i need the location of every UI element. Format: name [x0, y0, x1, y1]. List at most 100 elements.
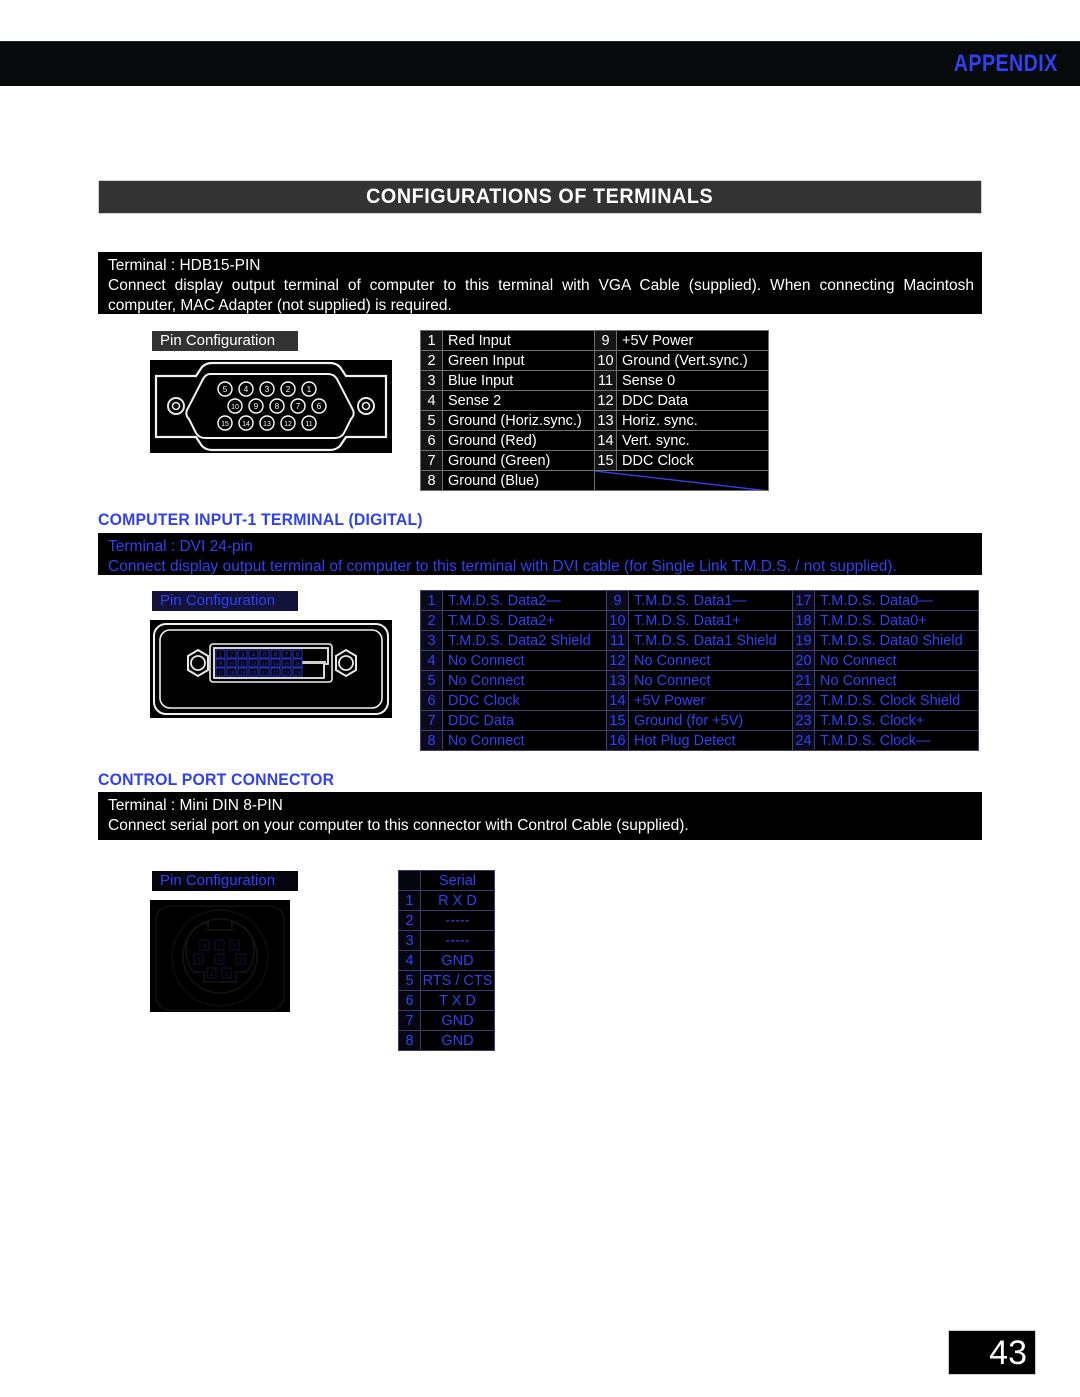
svg-text:8: 8 — [275, 402, 280, 411]
table-row: 5 Ground (Horiz.sync.) 13 Horiz. sync. — [420, 410, 769, 431]
pin-signal: No Connect — [814, 650, 979, 671]
pin-signal: No Connect — [628, 650, 793, 671]
pin-signal: T.M.D.S. Clock Shield — [814, 690, 979, 711]
svg-text:12: 12 — [284, 421, 292, 428]
pin-signal: Ground (Horiz.sync.) — [442, 410, 595, 431]
table-row: 8 GND — [398, 1030, 495, 1051]
pin-signal: RTS / CTS — [420, 970, 495, 991]
table-row: 3 T.M.D.S. Data2 Shield 11 T.M.D.S. Data… — [420, 630, 979, 651]
pin-number: 17 — [792, 590, 815, 611]
svg-text:1: 1 — [307, 385, 312, 394]
pin-signal: DDC Clock — [442, 690, 607, 711]
svg-text:13: 13 — [262, 662, 268, 668]
pin-signal: Sense 0 — [616, 370, 769, 391]
svg-text:10: 10 — [229, 662, 235, 668]
hdb15-connector-diagram: 5 4 3 2 1 10 9 8 7 6 15 14 13 12 11 — [150, 360, 392, 453]
pin-signal: T.M.D.S. Data1— — [628, 590, 793, 611]
pin-signal: Ground (for +5V) — [628, 710, 793, 731]
pin-number: 6 — [398, 990, 421, 1011]
pin-number: 9 — [594, 330, 617, 351]
appendix-header-bar: APPENDIX — [0, 41, 1080, 86]
appendix-page: APPENDIX CONFIGURATIONS OF TERMINALS Ter… — [0, 0, 1080, 1397]
pin-number: 11 — [594, 370, 617, 391]
pin-number: 12 — [606, 650, 629, 671]
svg-text:7: 7 — [218, 943, 222, 950]
pin-signal: T.M.D.S. Data0 Shield — [814, 630, 979, 651]
pin-signal: No Connect — [814, 670, 979, 691]
dvi-section-heading: COMPUTER INPUT-1 TERMINAL (DIGITAL) — [98, 510, 423, 529]
svg-text:14: 14 — [273, 662, 279, 668]
svg-text:11: 11 — [240, 662, 245, 668]
diagonal-strike-icon — [595, 471, 763, 490]
pin-signal: Ground (Green) — [442, 450, 595, 471]
pin-number: 8 — [398, 1030, 421, 1051]
pin-number: 4 — [398, 950, 421, 971]
dvi-description-block: Terminal : DVI 24-pin Connect display ou… — [98, 533, 982, 575]
control-terminal-line: Terminal : Mini DIN 8-PIN — [108, 797, 283, 814]
svg-text:8: 8 — [203, 943, 207, 950]
pin-number: 21 — [792, 670, 815, 691]
pin-signal: No Connect — [442, 670, 607, 691]
dvi-connector-diagram: 1 2 3 4 5 6 7 8 9 10 11 12 13 14 15 16 1… — [150, 620, 392, 718]
pin-number: 14 — [594, 430, 617, 451]
pin-signal: T.M.D.S. Clock+ — [814, 710, 979, 731]
table-row: 6 T X D — [398, 990, 495, 1011]
control-pin-configuration-label: Pin Configuration — [152, 871, 298, 891]
svg-text:24: 24 — [295, 671, 301, 677]
pin-number: 1 — [420, 590, 443, 611]
pin-number: 8 — [420, 730, 443, 751]
pin-number: 14 — [606, 690, 629, 711]
svg-text:17: 17 — [218, 671, 224, 677]
pin-signal: T.M.D.S. Data2 Shield — [442, 630, 607, 651]
pin-signal: No Connect — [628, 670, 793, 691]
svg-text:6: 6 — [233, 943, 237, 950]
pin-number: 7 — [420, 450, 443, 471]
pin-number: 22 — [792, 690, 815, 711]
svg-text:4: 4 — [244, 385, 249, 394]
svg-text:11: 11 — [305, 421, 312, 428]
pin-signal: +5V Power — [628, 690, 793, 711]
page-title-banner: CONFIGURATIONS OF TERMINALS — [98, 180, 982, 214]
pin-number: 13 — [606, 670, 629, 691]
pin-number: 4 — [420, 390, 443, 411]
hdb15-pin-table: 1 Red Input 9 +5V Power 2 Green Input 10… — [420, 330, 769, 491]
pin-signal: Vert. sync. — [616, 430, 769, 451]
pin-signal: ----- — [420, 910, 495, 931]
pin-number: 7 — [398, 1010, 421, 1031]
table-row: 6 DDC Clock 14 +5V Power 22 T.M.D.S. Clo… — [420, 690, 979, 711]
table-row: 4 GND — [398, 950, 495, 971]
pin-signal: DDC Data — [442, 710, 607, 731]
serial-pin-table: Serial 1 R X D 2 ----- 3 ----- 4 GND 5 R… — [398, 870, 495, 1051]
pin-signal: T.M.D.S. Data1 Shield — [628, 630, 793, 651]
table-row: 1 Red Input 9 +5V Power — [420, 330, 769, 351]
pin-number: 6 — [420, 690, 443, 711]
control-port-description-block: Terminal : Mini DIN 8-PIN Connect serial… — [98, 792, 982, 840]
pin-number: 20 — [792, 650, 815, 671]
control-description-text: Connect serial port on your computer to … — [108, 817, 689, 834]
pin-signal: Sense 2 — [442, 390, 595, 411]
dvi-terminal-line: Terminal : DVI 24-pin — [108, 538, 253, 555]
table-row: 3 Blue Input 11 Sense 0 — [420, 370, 769, 391]
vga-description-text: Connect display output terminal of compu… — [108, 277, 974, 314]
pin-number: 6 — [420, 430, 443, 451]
pin-signal: GND — [420, 950, 495, 971]
svg-text:6: 6 — [317, 402, 322, 411]
pin-signal: DDC Clock — [616, 450, 769, 471]
svg-text:18: 18 — [229, 671, 235, 677]
pin-signal: GND — [420, 1030, 495, 1051]
pin-signal: Horiz. sync. — [616, 410, 769, 431]
pin-number: 15 — [606, 710, 629, 731]
pin-number: 5 — [420, 670, 443, 691]
vga-terminal-line: Terminal : HDB15-PIN — [108, 257, 261, 274]
svg-text:3: 3 — [265, 385, 270, 394]
pin-number: 10 — [606, 610, 629, 631]
hdb15-connector-svg: 5 4 3 2 1 10 9 8 7 6 15 14 13 12 11 — [150, 360, 392, 453]
pin-number: 11 — [606, 630, 629, 651]
svg-text:20: 20 — [251, 671, 257, 677]
svg-text:10: 10 — [231, 404, 239, 411]
svg-text:4: 4 — [218, 957, 222, 964]
table-row: 7 DDC Data 15 Ground (for +5V) 23 T.M.D.… — [420, 710, 979, 731]
table-row: 7 GND — [398, 1010, 495, 1031]
control-port-section-heading: CONTROL PORT CONNECTOR — [98, 770, 335, 789]
pin-signal: ----- — [420, 930, 495, 951]
